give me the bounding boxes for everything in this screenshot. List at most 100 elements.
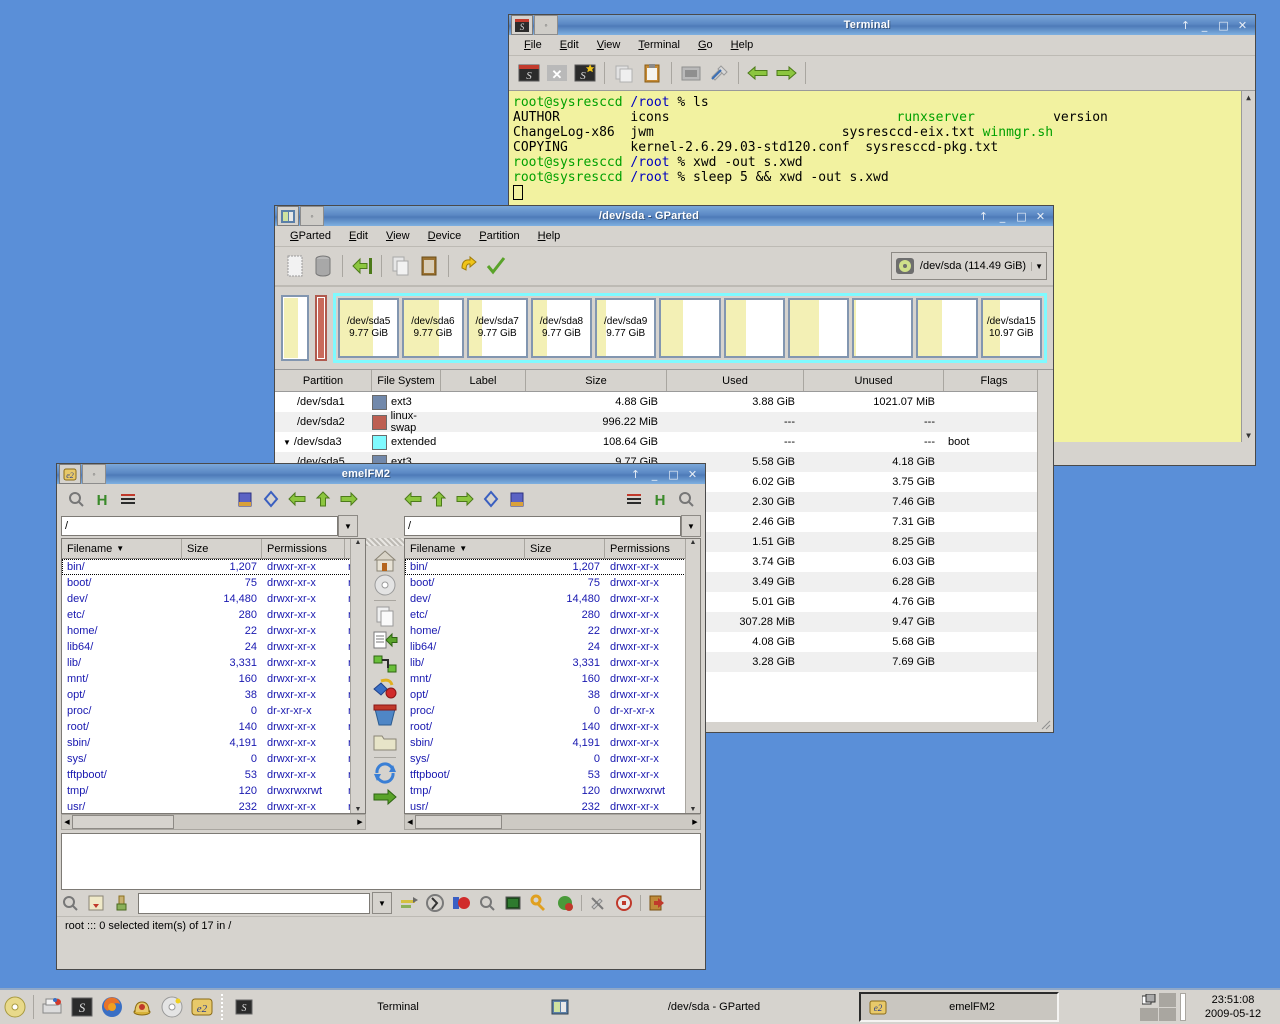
- emelfm2-window[interactable]: e2 ◦ emelFM2 ↑ _ □ ✕ H: [56, 463, 706, 970]
- left-path-input[interactable]: /: [61, 516, 338, 536]
- move-icon[interactable]: [372, 628, 398, 652]
- menu-edit[interactable]: Edit: [340, 226, 377, 246]
- close-button[interactable]: ✕: [683, 465, 702, 483]
- list-item[interactable]: lib64/24drwxr-xr-x: [405, 639, 700, 655]
- paste-icon[interactable]: [638, 59, 666, 87]
- workspace-pager[interactable]: [1140, 993, 1176, 1021]
- quit-icon[interactable]: [644, 891, 670, 915]
- printer-icon[interactable]: [37, 992, 67, 1022]
- list-item[interactable]: proc/0dr-xr-xr-xr: [62, 703, 365, 719]
- users-icon[interactable]: [552, 891, 578, 915]
- find-icon[interactable]: [57, 891, 83, 915]
- column-unused[interactable]: Unused: [804, 370, 944, 391]
- cd-icon[interactable]: [0, 992, 30, 1022]
- refresh-icon[interactable]: [372, 761, 398, 785]
- right-path-dropdown[interactable]: ▼: [681, 515, 701, 537]
- menu-view[interactable]: View: [588, 35, 630, 55]
- right-horizontal-scrollbar[interactable]: ◀ ▶: [404, 814, 701, 830]
- partition-graphic-item[interactable]: [659, 298, 720, 358]
- emelfm-icon[interactable]: e2: [187, 992, 217, 1022]
- task-emelfm2[interactable]: e2 emelFM2: [859, 992, 1059, 1022]
- right-vertical-scrollbar[interactable]: ▲ ▼: [685, 539, 700, 813]
- chevron-down-icon[interactable]: ▼: [1031, 262, 1043, 271]
- column-size[interactable]: Size: [525, 539, 605, 558]
- clean-icon[interactable]: [109, 891, 135, 915]
- list-item[interactable]: opt/38drwxr-xr-x: [405, 687, 700, 703]
- workspace-1[interactable]: [1140, 993, 1158, 1007]
- command-input[interactable]: [138, 893, 370, 914]
- copy-icon[interactable]: [610, 59, 638, 87]
- command-icon[interactable]: [396, 891, 422, 915]
- list-item[interactable]: mnt/160drwxr-xr-xr: [62, 671, 365, 687]
- open-icon[interactable]: [258, 487, 284, 511]
- gparted-menubar[interactable]: GParted Edit View Device Partition Help: [275, 226, 1053, 247]
- disk-icon[interactable]: [372, 573, 398, 597]
- maximize-button[interactable]: □: [664, 465, 683, 483]
- rename-icon[interactable]: [372, 676, 398, 700]
- forward-icon[interactable]: [452, 487, 478, 511]
- list-item[interactable]: home/22drwxr-xr-x: [405, 623, 700, 639]
- list-item[interactable]: boot/75drwxr-xr-x: [405, 575, 700, 591]
- filter-icon[interactable]: H: [89, 487, 115, 511]
- list-item[interactable]: tftpboot/53drwxr-xr-x: [405, 767, 700, 783]
- column-used[interactable]: Used: [667, 370, 804, 391]
- command-dropdown[interactable]: ▼: [372, 892, 392, 914]
- close-terminal-icon[interactable]: ✕: [543, 59, 571, 87]
- new-partition-icon[interactable]: [281, 252, 309, 280]
- bookmarks-icon[interactable]: [232, 487, 258, 511]
- find-icon[interactable]: [673, 487, 699, 511]
- emelfm2-file-panes[interactable]: Filename▼ Size Permissions O bin/1,207dr…: [57, 538, 705, 830]
- partition-graphic-item[interactable]: /dev/sda59.77 GiB: [338, 298, 399, 358]
- close-button[interactable]: ✕: [1031, 207, 1050, 225]
- configure-icon[interactable]: [585, 891, 611, 915]
- menu-gparted[interactable]: GParted: [281, 226, 340, 246]
- list-item[interactable]: tmp/120drwxrwxrwt: [405, 783, 700, 799]
- list-item[interactable]: mnt/160drwxr-xr-x: [405, 671, 700, 687]
- menu-help[interactable]: Help: [529, 226, 570, 246]
- column-permissions[interactable]: Permissions: [605, 539, 688, 558]
- back-icon[interactable]: [284, 487, 310, 511]
- left-path-dropdown[interactable]: ▼: [338, 515, 358, 537]
- forward-icon[interactable]: [336, 487, 362, 511]
- terminal-toolbar[interactable]: S ✕ S: [509, 56, 1255, 90]
- shade-button[interactable]: ↑: [1176, 16, 1195, 34]
- column-size[interactable]: Size: [526, 370, 667, 391]
- terminal-window-buttons[interactable]: ↑ _ □ ✕: [1176, 16, 1255, 34]
- partition-graphic-item[interactable]: /dev/sda69.77 GiB: [402, 298, 463, 358]
- minimize-button[interactable]: _: [993, 207, 1012, 225]
- workspace-2[interactable]: [1159, 993, 1177, 1007]
- list-item[interactable]: sys/0drwxr-xr-x: [405, 751, 700, 767]
- gparted-titlebar[interactable]: ◦ /dev/sda - GParted ↑ _ □ ✕: [275, 206, 1053, 226]
- menu-terminal[interactable]: Terminal: [629, 35, 689, 55]
- column-flags[interactable]: Flags: [944, 370, 1044, 391]
- terminal-titlebar[interactable]: S ◦ Terminal ↑ _ □ ✕: [509, 15, 1255, 35]
- left-horizontal-scrollbar[interactable]: ◀ ▶: [61, 814, 366, 830]
- apply-icon[interactable]: [482, 252, 510, 280]
- partition-graphic-item[interactable]: /dev/sda99.77 GiB: [595, 298, 656, 358]
- list-item[interactable]: sbin/4,191drwxr-xr-x: [405, 735, 700, 751]
- gparted-scrollbar[interactable]: [1037, 370, 1053, 722]
- resize-grip[interactable]: [1039, 718, 1051, 730]
- terminal-scrollbar[interactable]: ▲ ▼: [1241, 91, 1255, 442]
- new-terminal-icon[interactable]: S: [515, 59, 543, 87]
- table-row[interactable]: /dev/sda1ext34.88 GiB3.88 GiB1021.07 MiB: [275, 392, 1053, 412]
- minimize-button[interactable]: _: [1195, 16, 1214, 34]
- emelfm2-command-row[interactable]: ▼: [57, 890, 705, 916]
- list-item[interactable]: etc/280drwxr-xr-xr: [62, 607, 365, 623]
- right-path-input[interactable]: /: [404, 516, 681, 536]
- paste-icon[interactable]: [415, 252, 443, 280]
- shade-button[interactable]: ↑: [626, 465, 645, 483]
- run-icon[interactable]: [422, 891, 448, 915]
- partition-bar-sda2[interactable]: [315, 295, 327, 361]
- device-selector[interactable]: /dev/sda (114.49 GiB) ▼: [891, 252, 1047, 280]
- close-button[interactable]: ✕: [1233, 16, 1252, 34]
- select-all-icon[interactable]: [677, 59, 705, 87]
- list-item[interactable]: bin/1,207drwxr-xr-x: [405, 559, 700, 575]
- copy-icon[interactable]: [372, 604, 398, 628]
- list-item[interactable]: sys/0drwxr-xr-xr: [62, 751, 365, 767]
- center-toolbar[interactable]: [366, 538, 404, 830]
- column-size[interactable]: Size: [182, 539, 262, 558]
- maximize-button[interactable]: □: [1214, 16, 1233, 34]
- list-item[interactable]: usr/232drwxr-xr-x: [405, 799, 700, 814]
- column-filesystem[interactable]: File System: [372, 370, 441, 391]
